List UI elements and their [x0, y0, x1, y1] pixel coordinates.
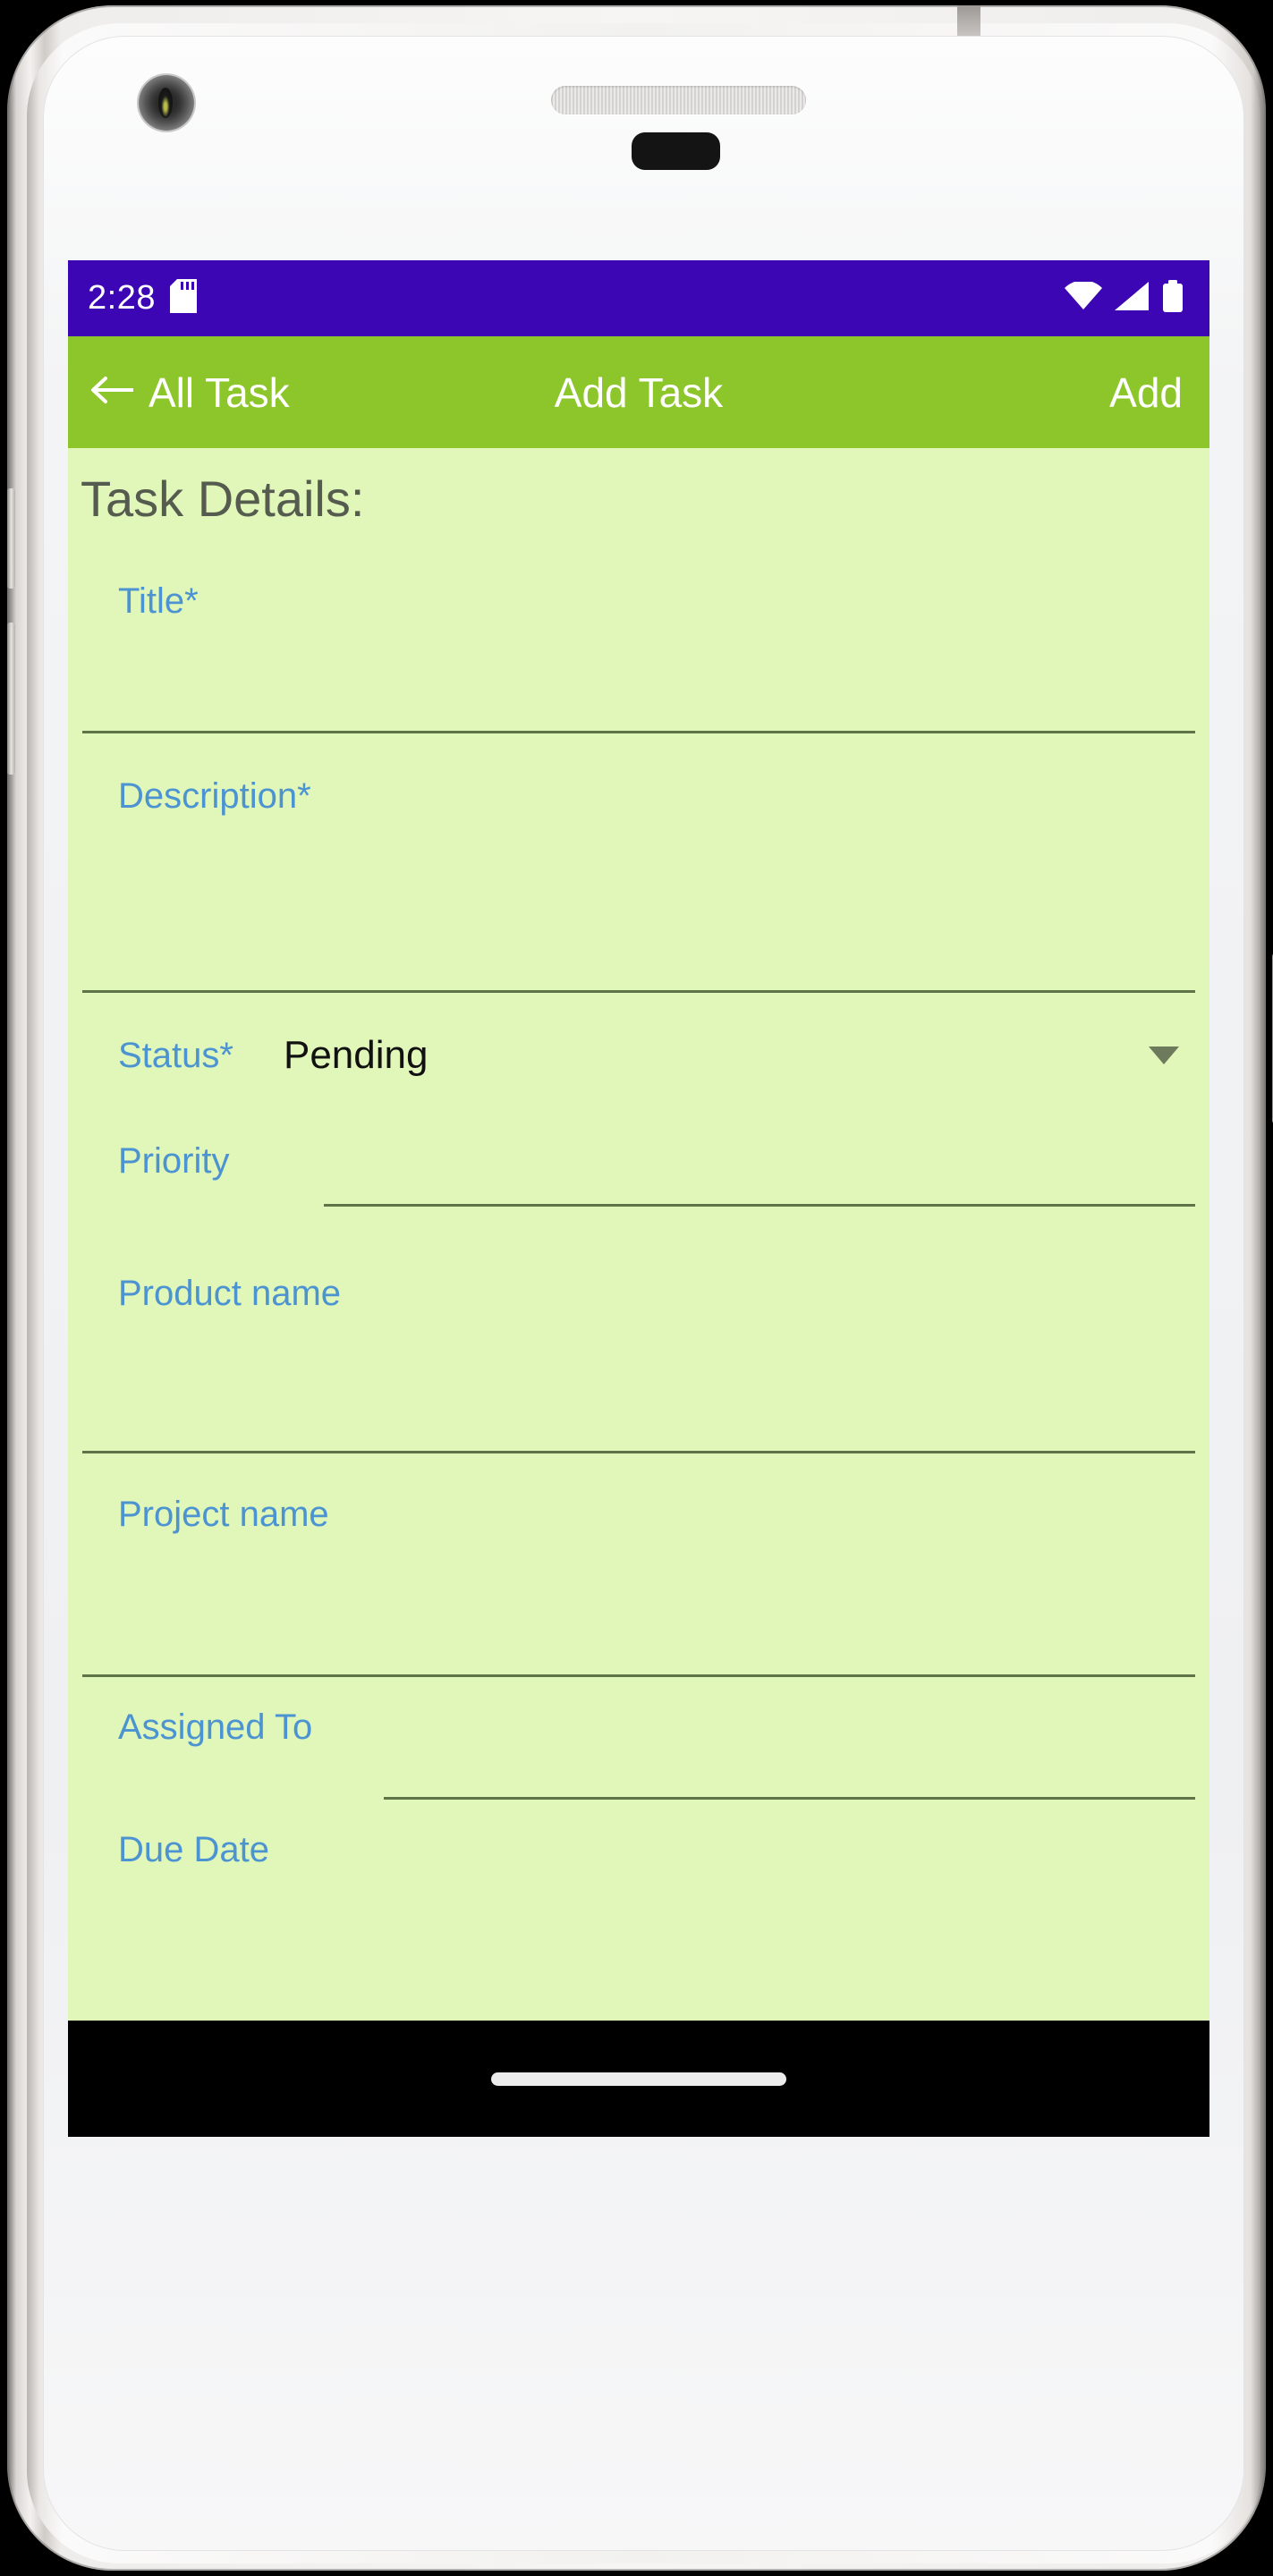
section-heading: Task Details:: [81, 470, 365, 527]
chevron-down-icon[interactable]: [1149, 1046, 1179, 1064]
description-field[interactable]: Description*: [75, 733, 1202, 993]
back-button[interactable]: All Task: [89, 369, 290, 417]
title-field-label: Title*: [118, 581, 199, 621]
back-arrow-icon: [89, 375, 136, 410]
volume-down-button[interactable]: [7, 623, 15, 775]
project-name-field-label: Project name: [118, 1495, 329, 1534]
back-button-label: All Task: [149, 369, 290, 416]
phone-body: 2:28 All Task Add Task Add Task Details:…: [43, 36, 1244, 2551]
battery-full-icon: [1161, 280, 1184, 317]
status-bar-clock: 2:28: [88, 279, 156, 317]
add-button[interactable]: Add: [1109, 369, 1183, 417]
status-field-label: Status*: [118, 1035, 233, 1075]
priority-field[interactable]: Priority: [75, 1118, 1202, 1234]
phone-frame-outer: 2:28 All Task Add Task Add Task Details:…: [7, 5, 1273, 2571]
proximity-sensor-icon: [632, 132, 720, 170]
project-name-field[interactable]: Project name: [75, 1453, 1202, 1677]
product-name-field-label: Product name: [118, 1274, 342, 1313]
earpiece-speaker-icon: [551, 86, 806, 114]
due-date-field-label: Due Date: [118, 1830, 269, 1869]
cellular-signal-icon: [1115, 282, 1149, 315]
priority-field-underline: [324, 1204, 1195, 1207]
volume-up-button[interactable]: [7, 488, 15, 589]
phone-screen: 2:28 All Task Add Task Add Task Details:…: [68, 260, 1209, 2137]
task-form: Task Details: Title* Description* Status…: [68, 448, 1209, 2021]
status-selected-value: Pending: [283, 1033, 429, 1077]
assigned-to-field[interactable]: Assigned To: [75, 1677, 1202, 1800]
title-field[interactable]: Title*: [75, 528, 1202, 733]
status-bar-indicators: [1065, 280, 1184, 317]
home-gesture-pill[interactable]: [491, 2072, 786, 2086]
app-bar: All Task Add Task Add: [68, 336, 1209, 448]
due-date-field[interactable]: Due Date: [75, 1800, 1202, 1907]
system-navigation-bar: [68, 2021, 1209, 2137]
assigned-to-field-label: Assigned To: [118, 1707, 313, 1747]
wifi-icon: [1065, 280, 1102, 315]
description-field-label: Description*: [118, 776, 311, 816]
sd-card-icon: [169, 279, 197, 318]
camera-lens-icon: [139, 75, 194, 131]
screenshot-canvas: 2:28 All Task Add Task Add Task Details:…: [0, 0, 1273, 2576]
status-dropdown[interactable]: Status* Pending: [75, 993, 1202, 1118]
status-bar: 2:28: [68, 260, 1209, 336]
priority-field-label: Priority: [118, 1141, 230, 1181]
product-name-field[interactable]: Product name: [75, 1234, 1202, 1453]
